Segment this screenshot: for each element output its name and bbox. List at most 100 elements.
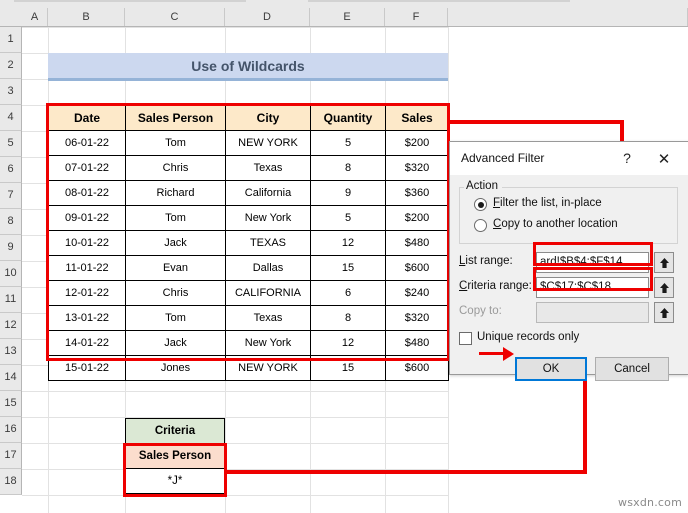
table-cell[interactable]: 15 xyxy=(310,355,386,381)
table-cell[interactable]: Evan xyxy=(125,255,226,281)
table-cell[interactable]: 15 xyxy=(310,255,386,281)
table-cell[interactable]: Tom xyxy=(125,130,226,156)
table-cell[interactable]: 8 xyxy=(310,155,386,181)
table-cell[interactable]: 8 xyxy=(310,305,386,331)
table-header-cell[interactable]: Quantity xyxy=(310,105,386,131)
table-cell[interactable]: $200 xyxy=(385,205,449,231)
column-header-f[interactable]: F xyxy=(385,8,448,26)
row-header-12[interactable]: 12 xyxy=(0,313,22,339)
table-cell[interactable]: 5 xyxy=(310,205,386,231)
table-cell[interactable]: Tom xyxy=(125,205,226,231)
table-header-cell[interactable]: Date xyxy=(48,105,126,131)
table-cell[interactable]: $600 xyxy=(385,355,449,381)
column-header-b[interactable]: B xyxy=(48,8,125,26)
table-cell[interactable]: 07-01-22 xyxy=(48,155,126,181)
table-cell[interactable]: New York xyxy=(225,205,311,231)
table-cell[interactable]: New York xyxy=(225,330,311,356)
radio-copy-another-location-label[interactable]: Copy to another location xyxy=(493,218,618,230)
criteria-range-input[interactable]: $C$17:$C$18 xyxy=(536,277,649,298)
table-cell[interactable]: TEXAS xyxy=(225,230,311,256)
copy-to-picker-button[interactable] xyxy=(654,302,674,323)
row-header-13[interactable]: 13 xyxy=(0,339,22,365)
table-cell[interactable]: Dallas xyxy=(225,255,311,281)
criteria-field-cell[interactable]: Sales Person xyxy=(125,443,225,469)
table-cell[interactable]: California xyxy=(225,180,311,206)
close-icon[interactable]: ✕ xyxy=(644,146,684,172)
table-cell[interactable]: 6 xyxy=(310,280,386,306)
table-header-cell[interactable]: Sales xyxy=(385,105,449,131)
dialog-title-bar[interactable]: Advanced Filter ? ✕ xyxy=(450,142,688,175)
table-cell[interactable]: Richard xyxy=(125,180,226,206)
table-cell[interactable]: 12-01-22 xyxy=(48,280,126,306)
ok-button[interactable]: OK xyxy=(515,357,587,381)
copy-to-input[interactable] xyxy=(536,302,649,323)
table-cell[interactable]: 08-01-22 xyxy=(48,180,126,206)
row-header-6[interactable]: 6 xyxy=(0,157,22,183)
row-header-10[interactable]: 10 xyxy=(0,261,22,287)
table-cell[interactable]: $480 xyxy=(385,330,449,356)
table-cell[interactable]: Jones xyxy=(125,355,226,381)
table-cell[interactable]: $600 xyxy=(385,255,449,281)
table-cell[interactable]: 5 xyxy=(310,130,386,156)
criteria-range-picker-button[interactable] xyxy=(654,277,674,298)
table-header-cell[interactable]: City xyxy=(225,105,311,131)
table-cell[interactable]: 14-01-22 xyxy=(48,330,126,356)
table-cell[interactable]: Texas xyxy=(225,155,311,181)
table-cell[interactable]: CALIFORNIA xyxy=(225,280,311,306)
row-header-4[interactable]: 4 xyxy=(0,105,22,131)
radio-filter-in-place[interactable] xyxy=(474,198,487,211)
row-header-15[interactable]: 15 xyxy=(0,391,22,417)
table-cell[interactable]: Jack xyxy=(125,330,226,356)
table-cell[interactable]: 09-01-22 xyxy=(48,205,126,231)
unique-records-checkbox[interactable] xyxy=(459,332,472,345)
row-header-16[interactable]: 16 xyxy=(0,417,22,443)
row-header-1[interactable]: 1 xyxy=(0,27,22,53)
row-header-8[interactable]: 8 xyxy=(0,209,22,235)
table-cell[interactable]: Chris xyxy=(125,280,226,306)
row-header-18[interactable]: 18 xyxy=(0,469,22,495)
table-cell[interactable]: $320 xyxy=(385,155,449,181)
unique-records-label[interactable]: Unique records only xyxy=(477,331,579,343)
table-cell[interactable]: Jack xyxy=(125,230,226,256)
table-cell[interactable]: 10-01-22 xyxy=(48,230,126,256)
column-header-c[interactable]: C xyxy=(125,8,225,26)
column-header-a[interactable]: A xyxy=(22,8,48,26)
radio-filter-in-place-label[interactable]: Filter the list, in-place xyxy=(493,197,602,209)
row-header-9[interactable]: 9 xyxy=(0,235,22,261)
row-header-11[interactable]: 11 xyxy=(0,287,22,313)
table-cell[interactable]: 13-01-22 xyxy=(48,305,126,331)
column-header-row: ABCDEF xyxy=(0,8,688,27)
row-header-2[interactable]: 2 xyxy=(0,53,22,79)
help-icon[interactable]: ? xyxy=(618,149,636,167)
table-cell[interactable]: Texas xyxy=(225,305,311,331)
table-cell[interactable]: 06-01-22 xyxy=(48,130,126,156)
table-cell[interactable]: Chris xyxy=(125,155,226,181)
table-cell[interactable]: $360 xyxy=(385,180,449,206)
column-header-e[interactable]: E xyxy=(310,8,385,26)
table-cell[interactable]: $320 xyxy=(385,305,449,331)
table-cell[interactable]: NEW YORK xyxy=(225,355,311,381)
table-cell[interactable]: Tom xyxy=(125,305,226,331)
table-cell[interactable]: 9 xyxy=(310,180,386,206)
cancel-button[interactable]: Cancel xyxy=(595,357,669,381)
column-header-d[interactable]: D xyxy=(225,8,310,26)
list-range-picker-button[interactable] xyxy=(654,252,674,273)
radio-copy-another-location[interactable] xyxy=(474,219,487,232)
table-cell[interactable]: $200 xyxy=(385,130,449,156)
table-cell[interactable]: $240 xyxy=(385,280,449,306)
row-header-3[interactable]: 3 xyxy=(0,79,22,105)
row-header-7[interactable]: 7 xyxy=(0,183,22,209)
table-cell[interactable]: 15-01-22 xyxy=(48,355,126,381)
row-header-5[interactable]: 5 xyxy=(0,131,22,157)
table-cell[interactable]: NEW YORK xyxy=(225,130,311,156)
criteria-value-cell[interactable]: *J* xyxy=(125,468,225,494)
table-cell[interactable]: $480 xyxy=(385,230,449,256)
row-header-14[interactable]: 14 xyxy=(0,365,22,391)
table-header-cell[interactable]: Sales Person xyxy=(125,105,226,131)
row-header-17[interactable]: 17 xyxy=(0,443,22,469)
table-cell[interactable]: 11-01-22 xyxy=(48,255,126,281)
table-cell[interactable]: 12 xyxy=(310,330,386,356)
list-range-input[interactable]: ard!$B$4:$F$14 xyxy=(536,252,649,273)
table-cell[interactable]: 12 xyxy=(310,230,386,256)
criteria-title-cell[interactable]: Criteria xyxy=(125,418,225,444)
